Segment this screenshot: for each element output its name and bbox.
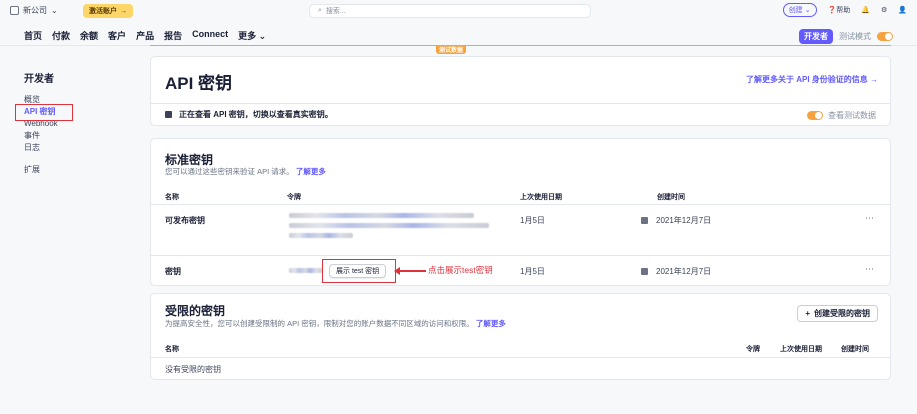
reveal-test-key-button[interactable]: 展示 test 密钥 bbox=[329, 264, 387, 278]
test-data-badge: 测试数据 bbox=[436, 45, 467, 54]
nav-connect[interactable]: Connect bbox=[192, 29, 228, 42]
create-label: 创建 bbox=[788, 7, 803, 14]
standard-learn-more-link[interactable]: 了解更多 bbox=[296, 167, 326, 176]
help-icon: ❓ bbox=[827, 7, 837, 14]
secret-key-token-masked bbox=[289, 268, 323, 273]
test-key-info-row: 正在查看 API 密钥，切换以查看真实密钥。 查看测试数据 bbox=[151, 103, 890, 125]
restricted-keys-subtitle: 为提高安全性，您可以创建受限制的 API 密钥，限制对您的账户数据不同区域的访问… bbox=[165, 318, 506, 329]
account-switcher[interactable]: 新公司 ⌄ bbox=[10, 5, 58, 16]
gear-icon[interactable]: ⚙ bbox=[881, 6, 887, 14]
restricted-learn-more-link[interactable]: 了解更多 bbox=[476, 319, 506, 328]
test-data-line bbox=[150, 45, 891, 46]
nav-customers[interactable]: 客户 bbox=[108, 29, 126, 42]
help-label: 帮助 bbox=[836, 7, 851, 14]
col-token: 令牌 bbox=[287, 194, 301, 201]
create-button[interactable]: 创建 ⌄ bbox=[782, 3, 817, 17]
test-mode-toggle[interactable] bbox=[877, 32, 893, 41]
col-last-used: 上次使用日期 bbox=[520, 194, 562, 201]
search-input[interactable]: ⌕ 搜索... bbox=[309, 4, 591, 18]
create-restricted-label: 创建受限的密钥 bbox=[814, 309, 870, 318]
create-restricted-key-button[interactable]: + 创建受限的密钥 bbox=[797, 305, 878, 322]
col-created: 创建时间 bbox=[841, 346, 869, 353]
annotation-text: 点击展示test密钥 bbox=[428, 265, 493, 275]
restricted-keys-title: 受限的密钥 bbox=[165, 304, 226, 318]
publishable-key-token[interactable] bbox=[289, 213, 489, 249]
chevron-down-icon: ⌄ bbox=[804, 7, 811, 14]
nav-balances[interactable]: 余额 bbox=[80, 29, 98, 42]
secret-key-name: 密钥 bbox=[165, 267, 181, 276]
annotation-arrow bbox=[394, 267, 426, 275]
sidebar: 开发者 概览 API 密钥 Webhook 事件 日志 扩展 bbox=[15, 70, 73, 176]
view-test-data-label: 查看测试数据 bbox=[828, 111, 876, 120]
restricted-subtitle-text: 为提高安全性，您可以创建受限制的 API 密钥，限制对您的账户数据不同区域的访问… bbox=[165, 319, 474, 328]
main-nav: 首页 付款 余额 客户 产品 报告 Connect 更多 ⌄ 开发者 测试模式 bbox=[0, 24, 917, 46]
test-key-info-text: 正在查看 API 密钥，切换以查看真实密钥。 bbox=[179, 110, 333, 119]
nav-products[interactable]: 产品 bbox=[136, 29, 154, 42]
toggle-switch[interactable] bbox=[807, 111, 823, 120]
calendar-icon bbox=[641, 268, 648, 275]
developers-button[interactable]: 开发者 bbox=[799, 29, 833, 44]
publishable-key-name: 可发布密钥 bbox=[165, 216, 205, 225]
publishable-created: 2021年12月7日 bbox=[641, 215, 711, 226]
nav-more[interactable]: 更多 ⌄ bbox=[238, 29, 266, 42]
publishable-more-button[interactable]: ⋯ bbox=[865, 213, 874, 224]
col-name: 名称 bbox=[165, 346, 179, 353]
help-button[interactable]: ❓帮助 bbox=[828, 5, 851, 15]
standard-keys-subtitle: 您可以通过这些密钥来验证 API 请求。 了解更多 bbox=[165, 166, 326, 177]
activate-label: 激活账户 bbox=[89, 8, 117, 15]
col-created: 创建时间 bbox=[657, 194, 685, 201]
chevron-down-icon: ⌄ bbox=[51, 6, 58, 15]
test-mode-label: 测试模式 bbox=[839, 32, 871, 41]
info-icon bbox=[165, 111, 172, 118]
divider bbox=[151, 204, 890, 205]
sidebar-item-logs[interactable]: 日志 bbox=[24, 142, 58, 154]
secret-created-date: 2021年12月7日 bbox=[656, 267, 712, 276]
sidebar-item-api-keys[interactable]: API 密钥 bbox=[15, 104, 73, 121]
bell-icon[interactable]: 🔔 bbox=[861, 6, 870, 14]
activate-account-button[interactable]: 激活账户 → bbox=[83, 4, 133, 18]
standard-keys-card: 标准密钥 您可以通过这些密钥来验证 API 请求。 了解更多 名称 令牌 上次使… bbox=[150, 138, 891, 286]
col-last-used: 上次使用日期 bbox=[780, 346, 822, 353]
secret-last-used: 1月5日 bbox=[520, 267, 545, 276]
publishable-last-used: 1月5日 bbox=[520, 216, 545, 225]
search-icon: ⌕ bbox=[318, 7, 322, 14]
col-name: 名称 bbox=[165, 194, 179, 201]
search-placeholder: 搜索... bbox=[325, 8, 346, 15]
learn-more-auth-link[interactable]: 了解更多关于 API 身份验证的信息 → bbox=[746, 74, 878, 85]
divider bbox=[151, 255, 890, 256]
account-icon bbox=[10, 6, 19, 15]
chevron-down-icon: ⌄ bbox=[258, 31, 267, 41]
plus-icon: + bbox=[805, 309, 810, 318]
publishable-created-date: 2021年12月7日 bbox=[656, 216, 712, 225]
top-bar: 新公司 ⌄ 激活账户 → ⌕ 搜索... 创建 ⌄ ❓帮助 🔔 ⚙ 👤 bbox=[0, 0, 917, 24]
restricted-keys-card: 受限的密钥 为提高安全性，您可以创建受限制的 API 密钥，限制对您的账户数据不… bbox=[150, 293, 891, 380]
divider bbox=[151, 357, 890, 358]
account-name: 新公司 bbox=[23, 6, 47, 15]
secret-created: 2021年12月7日 bbox=[641, 266, 711, 277]
sidebar-item-events[interactable]: 事件 bbox=[24, 130, 58, 142]
user-icon[interactable]: 👤 bbox=[898, 6, 907, 14]
nav-payments[interactable]: 付款 bbox=[52, 29, 70, 42]
secret-more-button[interactable]: ⋯ bbox=[865, 264, 874, 275]
sidebar-item-extensions[interactable]: 扩展 bbox=[24, 164, 58, 176]
sidebar-title: 开发者 bbox=[24, 74, 54, 85]
nav-home[interactable]: 首页 bbox=[24, 29, 42, 42]
restricted-empty-text: 没有受限的密钥 bbox=[165, 365, 221, 374]
col-token: 令牌 bbox=[746, 346, 760, 353]
nav-reports[interactable]: 报告 bbox=[164, 29, 182, 42]
calendar-icon bbox=[641, 217, 648, 224]
page-title: API 密钥 bbox=[165, 74, 233, 93]
standard-subtitle-text: 您可以通过这些密钥来验证 API 请求。 bbox=[165, 167, 294, 176]
api-keys-card: API 密钥 了解更多关于 API 身份验证的信息 → 正在查看 API 密钥，… bbox=[150, 56, 891, 126]
arrow-right-icon: → bbox=[120, 7, 127, 15]
view-test-data-toggle[interactable]: 查看测试数据 bbox=[807, 110, 876, 121]
nav-more-label: 更多 bbox=[238, 31, 257, 41]
